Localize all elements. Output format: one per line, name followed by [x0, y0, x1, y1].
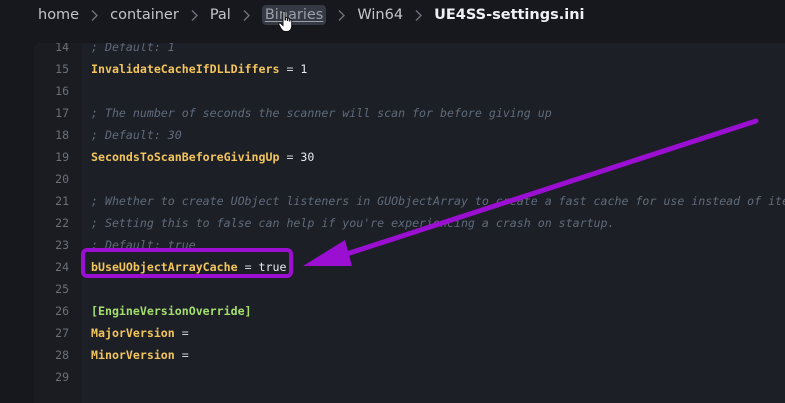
code-line[interactable]: 20 [34, 168, 785, 190]
line-code: [EngineVersionOverride] [91, 300, 252, 322]
line-number: 15 [55, 62, 69, 76]
equals-sign: = [174, 348, 189, 362]
line-number: 29 [55, 370, 69, 384]
line-code: ; The number of seconds the scanner will… [91, 102, 552, 124]
code-line[interactable]: 25 [34, 278, 785, 300]
code-line[interactable]: 16 [34, 80, 785, 102]
setting-key: MajorVersion [91, 326, 175, 340]
line-code: ; Default: 1 [91, 43, 175, 58]
line-code: ; Whether to create UObject listeners in… [91, 190, 785, 212]
breadcrumb-win64[interactable]: Win64 [357, 7, 403, 23]
equals-sign: = [279, 62, 301, 76]
section-header: [EngineVersionOverride] [91, 304, 252, 318]
hand-cursor-icon [278, 10, 293, 32]
code-line[interactable]: 18 ; Default: 30 [34, 124, 785, 146]
setting-key: SecondsToScanBeforeGivingUp [91, 150, 280, 164]
line-number: 19 [55, 150, 69, 164]
line-number: 18 [55, 128, 69, 142]
comment-text: ; Whether to create UObject listeners in… [91, 194, 785, 208]
line-code: InvalidateCacheIfDLLDiffers = 1 [91, 58, 307, 80]
code-line[interactable]: 19 SecondsToScanBeforeGivingUp = 30 [34, 146, 785, 168]
code-line[interactable]: 15 InvalidateCacheIfDLLDiffers = 1 [34, 58, 785, 80]
setting-key: MinorVersion [91, 348, 175, 362]
chevron-right-icon [337, 9, 346, 22]
chevron-right-icon [242, 9, 251, 22]
line-number: 22 [55, 216, 69, 230]
comment-text: ; Setting this to false can help if you'… [91, 216, 615, 230]
code-line[interactable]: 17 ; The number of seconds the scanner wi… [34, 102, 785, 124]
breadcrumb-container[interactable]: container [110, 7, 179, 23]
line-number: 21 [55, 194, 69, 208]
line-number: 25 [55, 282, 69, 296]
line-number: 28 [55, 348, 69, 362]
line-number: 24 [55, 260, 69, 274]
line-number: 26 [55, 304, 69, 318]
breadcrumb-home[interactable]: home [38, 7, 79, 23]
highlight-box [81, 248, 293, 278]
breadcrumb: home container Pal Binaries Win64 UE4SS-… [0, 0, 785, 30]
chevron-right-icon [190, 9, 199, 22]
code-line[interactable]: 29 [34, 366, 785, 388]
breadcrumb-current-file: UE4SS-settings.ini [434, 7, 585, 23]
line-number: 17 [55, 106, 69, 120]
line-number: 27 [55, 326, 69, 340]
code-line[interactable]: 21 ; Whether to create UObject listeners … [34, 190, 785, 212]
setting-value: 30 [300, 150, 315, 164]
chevron-right-icon [414, 9, 423, 22]
code-line[interactable]: 26 [EngineVersionOverride] [34, 300, 785, 322]
breadcrumb-pal[interactable]: Pal [210, 7, 231, 23]
line-number: 23 [55, 238, 69, 252]
chevron-right-icon [90, 9, 99, 22]
line-number: 16 [55, 84, 69, 98]
code-line[interactable]: 14 ; Default: 1 [34, 43, 785, 58]
setting-value: 1 [300, 62, 308, 76]
line-code: MajorVersion = [91, 322, 189, 344]
code-line[interactable]: 22 ; Setting this to false can help if yo… [34, 212, 785, 234]
setting-key: InvalidateCacheIfDLLDiffers [91, 62, 280, 76]
comment-text: ; The number of seconds the scanner will… [91, 106, 552, 120]
line-code: ; Setting this to false can help if you'… [91, 212, 615, 234]
equals-sign: = [174, 326, 189, 340]
line-code: SecondsToScanBeforeGivingUp = 30 [91, 146, 314, 168]
code-line[interactable]: 28 MinorVersion = [34, 344, 785, 366]
equals-sign: = [279, 150, 301, 164]
code-line[interactable]: 27 MajorVersion = [34, 322, 785, 344]
line-code: ; Default: 30 [91, 124, 182, 146]
code-editor[interactable]: 14 ; Default: 1 15 InvalidateCacheIfDLLDiff… [34, 43, 785, 403]
line-code: MinorVersion = [91, 344, 189, 366]
comment-text: ; Default: 1 [91, 43, 175, 54]
line-number: 14 [55, 43, 69, 54]
breadcrumb-binaries[interactable]: Binaries [261, 5, 327, 25]
comment-text: ; Default: 30 [91, 128, 182, 142]
line-number: 20 [55, 172, 69, 186]
